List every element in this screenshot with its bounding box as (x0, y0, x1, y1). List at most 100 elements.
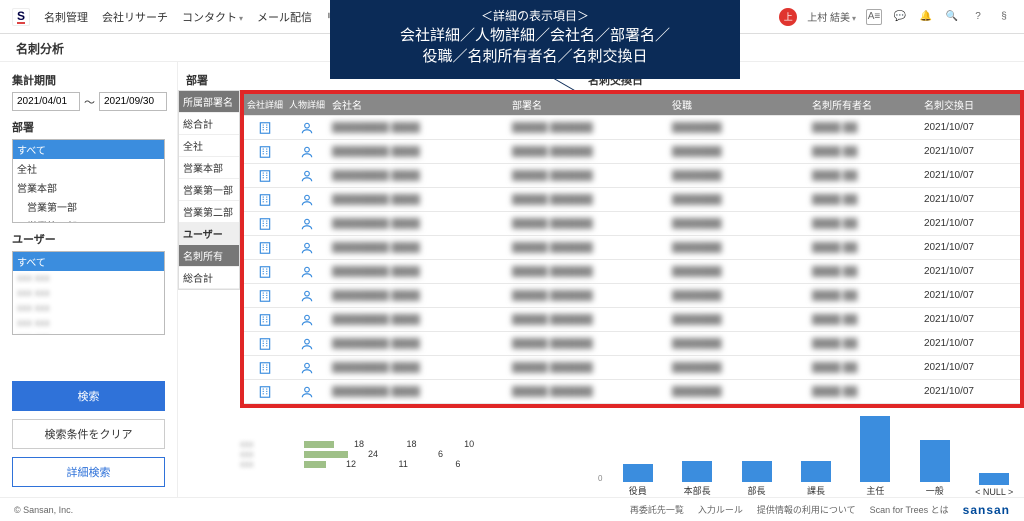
count-value: 10 (464, 439, 474, 449)
dept-option[interactable]: 営業第一部 (13, 197, 164, 216)
search-icon[interactable]: 🔍 (944, 9, 960, 25)
nav-item-company-research[interactable]: 会社リサーチ (102, 9, 168, 25)
person-detail-button[interactable] (286, 169, 328, 183)
card-icon[interactable]: A≡ (866, 9, 882, 25)
company-detail-button[interactable] (244, 385, 286, 399)
person-detail-button[interactable] (286, 361, 328, 375)
cell-dept: █████ ██████ (508, 242, 668, 253)
cell-title: ███████ (668, 194, 808, 205)
footer-link[interactable]: 再委託先一覧 (630, 503, 684, 516)
person-detail-button[interactable] (286, 193, 328, 207)
footer-link[interactable]: 入力ルール (698, 503, 743, 516)
role-bar (623, 464, 653, 482)
nav-item-contact[interactable]: コンタクト▾ (182, 9, 243, 25)
detail-row: ████████ █████████ █████████████████ ██2… (244, 284, 1020, 308)
user-select[interactable]: すべて xxx xxx xxx xxx xxx xxx xxx xxx xxx … (12, 251, 165, 335)
cell-title: ███████ (668, 314, 808, 325)
dept-tree-row[interactable]: 営業本部 (179, 157, 239, 179)
dept-option[interactable]: 営業第二部 (13, 216, 164, 223)
detail-search-button[interactable]: 詳細検索 (12, 457, 165, 487)
role-label: 課長 (807, 484, 825, 497)
footer-link[interactable]: 提供情報の利用について (757, 503, 856, 516)
cell-company: ████████ ████ (328, 290, 508, 301)
nav-item-mail[interactable]: メール配信 (257, 9, 312, 25)
dept-tree-group: ユーザー (179, 223, 239, 245)
footer-link[interactable]: Scan for Trees とは (870, 503, 949, 516)
user-option[interactable]: xxx xxx (13, 301, 164, 316)
dept-option-all[interactable]: すべて (13, 140, 164, 159)
count-bar (304, 461, 326, 468)
user-option[interactable]: xxx xxx (13, 316, 164, 331)
chat-icon[interactable]: 💬 (892, 9, 908, 25)
cell-owner: ████ ██ (808, 170, 908, 181)
user-option[interactable]: xxx xxx (13, 331, 164, 335)
cell-dept: █████ ██████ (508, 218, 668, 229)
cell-owner: ████ ██ (808, 122, 908, 133)
person-detail-button[interactable] (286, 313, 328, 327)
person-detail-button[interactable] (286, 265, 328, 279)
people-icon[interactable]: § (996, 9, 1012, 25)
dept-tree-row[interactable]: 総合計 (179, 113, 239, 135)
person-detail-button[interactable] (286, 121, 328, 135)
cell-title: ███████ (668, 290, 808, 301)
user-filter-label: ユーザー (12, 231, 165, 247)
dept-option[interactable]: 営業本部 (13, 178, 164, 197)
nav-item-cards[interactable]: 名刺管理 (44, 9, 88, 25)
person-detail-button[interactable] (286, 145, 328, 159)
username-dropdown[interactable]: 上村 結美▾ (807, 9, 856, 24)
cell-title: ███████ (668, 362, 808, 373)
company-detail-button[interactable] (244, 337, 286, 351)
user-option[interactable]: xxx xxx (13, 286, 164, 301)
cell-date: 2021/10/07 (908, 314, 978, 325)
cell-date: 2021/10/07 (908, 194, 978, 205)
company-detail-button[interactable] (244, 193, 286, 207)
user-option-all[interactable]: すべて (13, 252, 164, 271)
company-detail-button[interactable] (244, 121, 286, 135)
cell-company: ████████ ████ (328, 146, 508, 157)
app-logo[interactable]: S (12, 8, 30, 26)
avatar[interactable]: 上 (779, 8, 797, 26)
cell-dept: █████ ██████ (508, 386, 668, 397)
company-detail-button[interactable] (244, 145, 286, 159)
bell-icon[interactable]: 🔔 (918, 9, 934, 25)
person-detail-button[interactable] (286, 337, 328, 351)
count-value: 11 (399, 459, 408, 469)
user-option[interactable]: xxx xxx (13, 271, 164, 286)
count-value: 18 (354, 439, 364, 449)
dept-option[interactable]: 全社 (13, 159, 164, 178)
company-detail-button[interactable] (244, 217, 286, 231)
role-label: 主任 (866, 484, 884, 497)
dept-select[interactable]: すべて 全社 営業本部 営業第一部 営業第二部 (12, 139, 165, 223)
col-dept: 部署名 (508, 97, 668, 112)
count-rows: xxx 18 18 10 xxx 24 6 xxx 12 11 6 (240, 439, 660, 497)
cell-date: 2021/10/07 (908, 386, 978, 397)
help-icon[interactable]: ? (970, 9, 986, 25)
dept-tree-row[interactable]: 営業第二部 (179, 201, 239, 223)
role-label: 役員 (629, 484, 647, 497)
person-detail-button[interactable] (286, 385, 328, 399)
company-detail-button[interactable] (244, 265, 286, 279)
count-value: 24 (368, 449, 378, 459)
company-detail-button[interactable] (244, 169, 286, 183)
clear-button[interactable]: 検索条件をクリア (12, 419, 165, 449)
cell-date: 2021/10/07 (908, 146, 978, 157)
cell-company: ████████ ████ (328, 218, 508, 229)
filter-panel: 集計期間 ～ 部署 すべて 全社 営業本部 営業第一部 営業第二部 ユーザー す… (0, 62, 178, 497)
detail-row: ████████ █████████ █████████████████ ██2… (244, 164, 1020, 188)
person-detail-button[interactable] (286, 241, 328, 255)
date-from-input[interactable] (12, 92, 80, 111)
dept-tree-row[interactable]: 営業第一部 (179, 179, 239, 201)
detail-header-row: 会社詳細 人物詳細 会社名 部署名 役職 名刺所有者名 名刺交換日 (244, 94, 1020, 116)
company-detail-button[interactable] (244, 313, 286, 327)
date-to-input[interactable] (99, 92, 167, 111)
cell-dept: █████ ██████ (508, 338, 668, 349)
person-detail-button[interactable] (286, 217, 328, 231)
company-detail-button[interactable] (244, 361, 286, 375)
company-detail-button[interactable] (244, 289, 286, 303)
person-detail-button[interactable] (286, 289, 328, 303)
axis-zero: 0 (598, 474, 602, 483)
search-button[interactable]: 検索 (12, 381, 165, 411)
company-detail-button[interactable] (244, 241, 286, 255)
dept-tree-row[interactable]: 総合計 (179, 267, 239, 289)
dept-tree-row[interactable]: 全社 (179, 135, 239, 157)
